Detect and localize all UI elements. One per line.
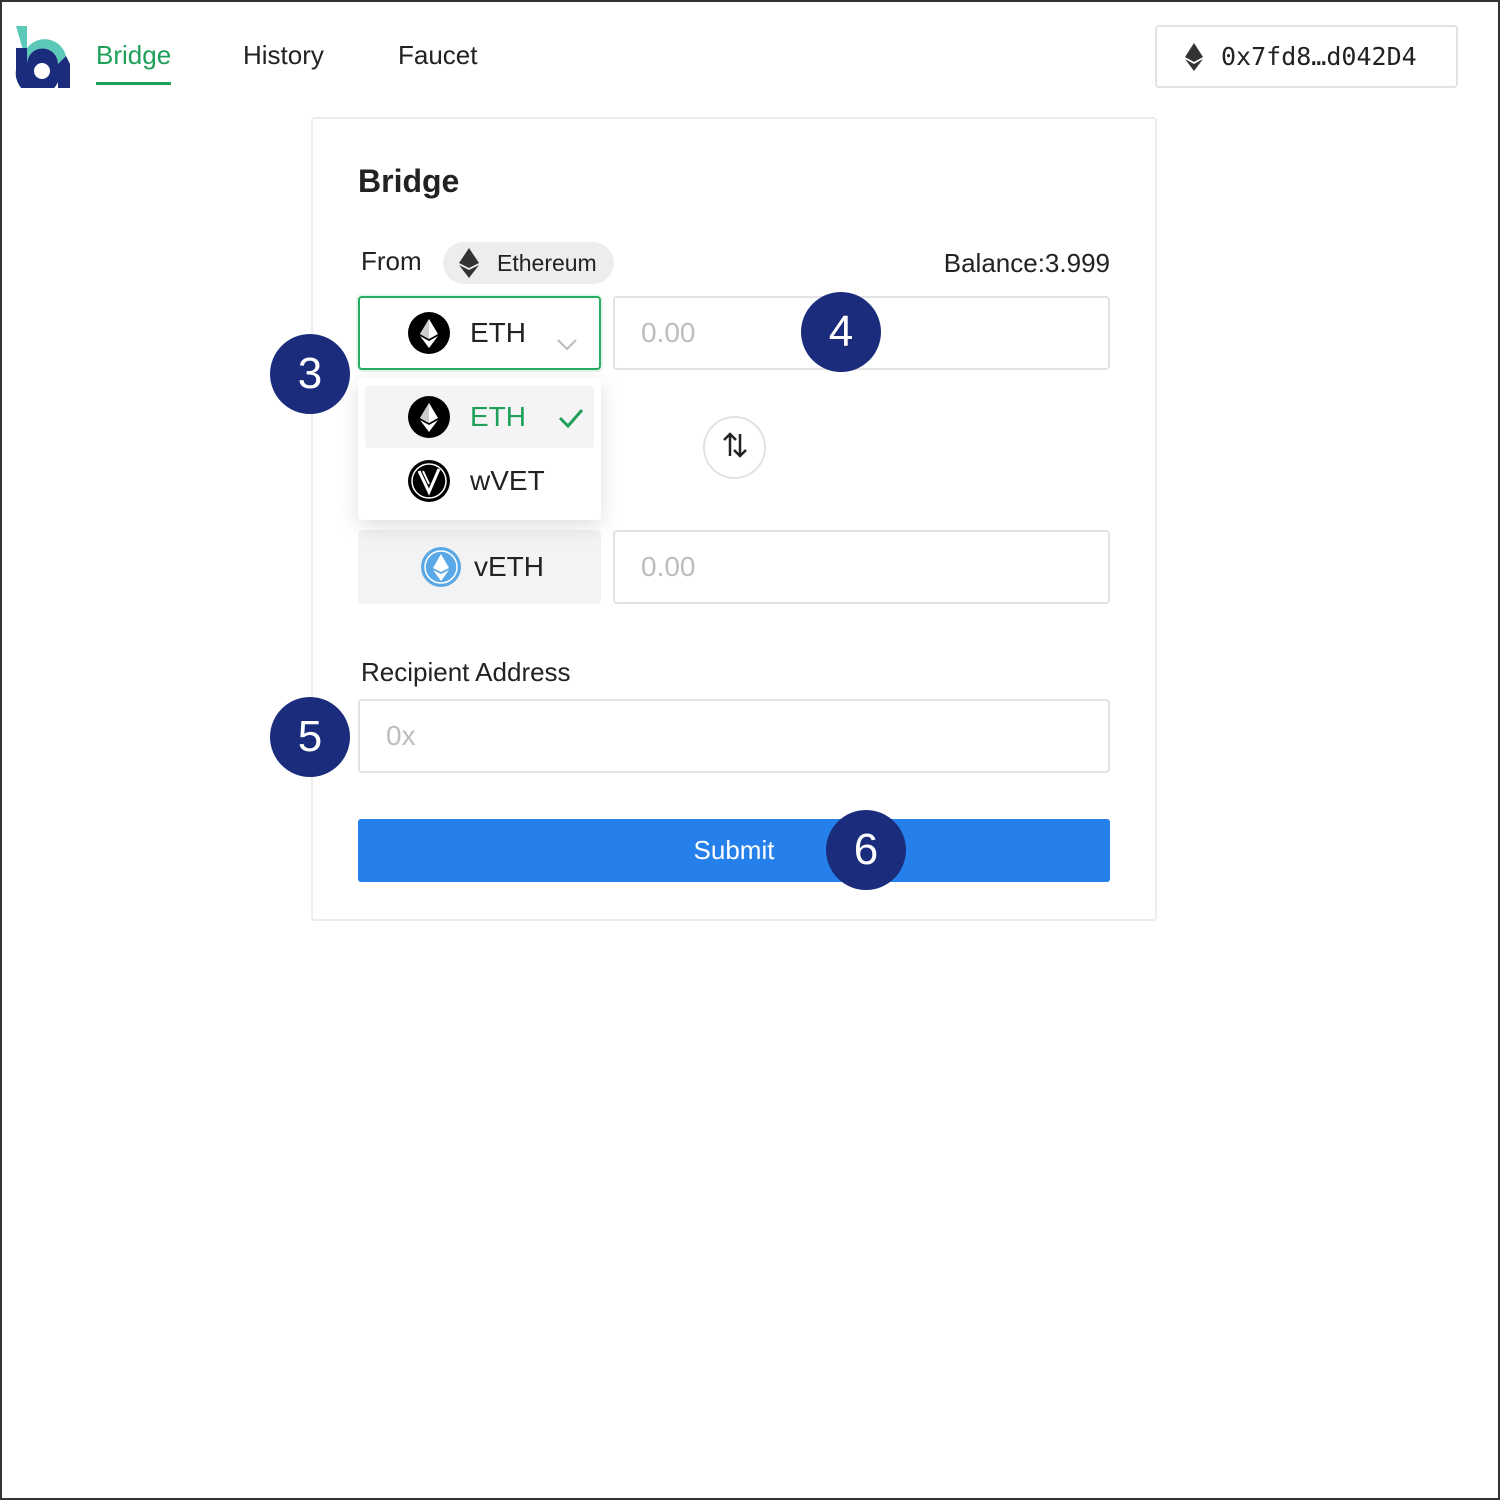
- recipient-label: Recipient Address: [361, 657, 571, 687]
- eth-icon: [408, 396, 450, 438]
- swap-direction-button[interactable]: [703, 416, 766, 479]
- from-chain-name: Ethereum: [497, 249, 597, 276]
- from-token-symbol: ETH: [470, 317, 526, 348]
- page-title: Bridge: [358, 163, 460, 199]
- submit-button[interactable]: Submit: [358, 819, 1110, 882]
- ethereum-icon: [459, 248, 479, 278]
- from-label: From: [361, 246, 422, 276]
- nav-history[interactable]: History: [243, 40, 324, 71]
- token-option-label: ETH: [470, 401, 526, 432]
- nav-bridge[interactable]: Bridge: [96, 40, 172, 85]
- step-marker-5: 5: [270, 697, 350, 777]
- to-amount-input[interactable]: 0.00: [613, 530, 1110, 604]
- recipient-address-input[interactable]: 0x: [358, 699, 1110, 773]
- step-marker-6: 6: [826, 810, 906, 890]
- from-token-select[interactable]: ETH: [358, 296, 601, 370]
- nav-faucet[interactable]: Faucet: [398, 40, 478, 71]
- to-token-display: vETH: [358, 530, 601, 604]
- wallet-address: 0x7fd8…d042D4: [1221, 42, 1417, 71]
- veth-icon: [420, 546, 462, 588]
- token-option-label: wVET: [470, 465, 545, 496]
- from-chain-badge: Ethereum: [443, 242, 614, 284]
- app-logo: [15, 26, 70, 88]
- token-option-wvet[interactable]: wVET: [365, 450, 594, 512]
- eth-icon: [408, 312, 450, 354]
- vet-icon: [408, 460, 450, 502]
- token-dropdown: ETH wVET: [358, 378, 601, 520]
- chevron-down-icon: [557, 326, 577, 358]
- wallet-button[interactable]: 0x7fd8…d042D4: [1155, 25, 1458, 88]
- ethereum-icon: [1185, 42, 1203, 71]
- to-token-symbol: vETH: [474, 551, 544, 582]
- nav-bridge-label: Bridge: [96, 40, 172, 70]
- step-marker-3: 3: [270, 334, 350, 414]
- swap-arrows-icon: [721, 431, 749, 464]
- step-marker-4: 4: [801, 292, 881, 372]
- balance-text: Balance:3.999: [943, 248, 1110, 278]
- active-tab-indicator: [96, 82, 172, 85]
- check-icon: [558, 404, 584, 436]
- token-option-eth[interactable]: ETH: [365, 386, 594, 448]
